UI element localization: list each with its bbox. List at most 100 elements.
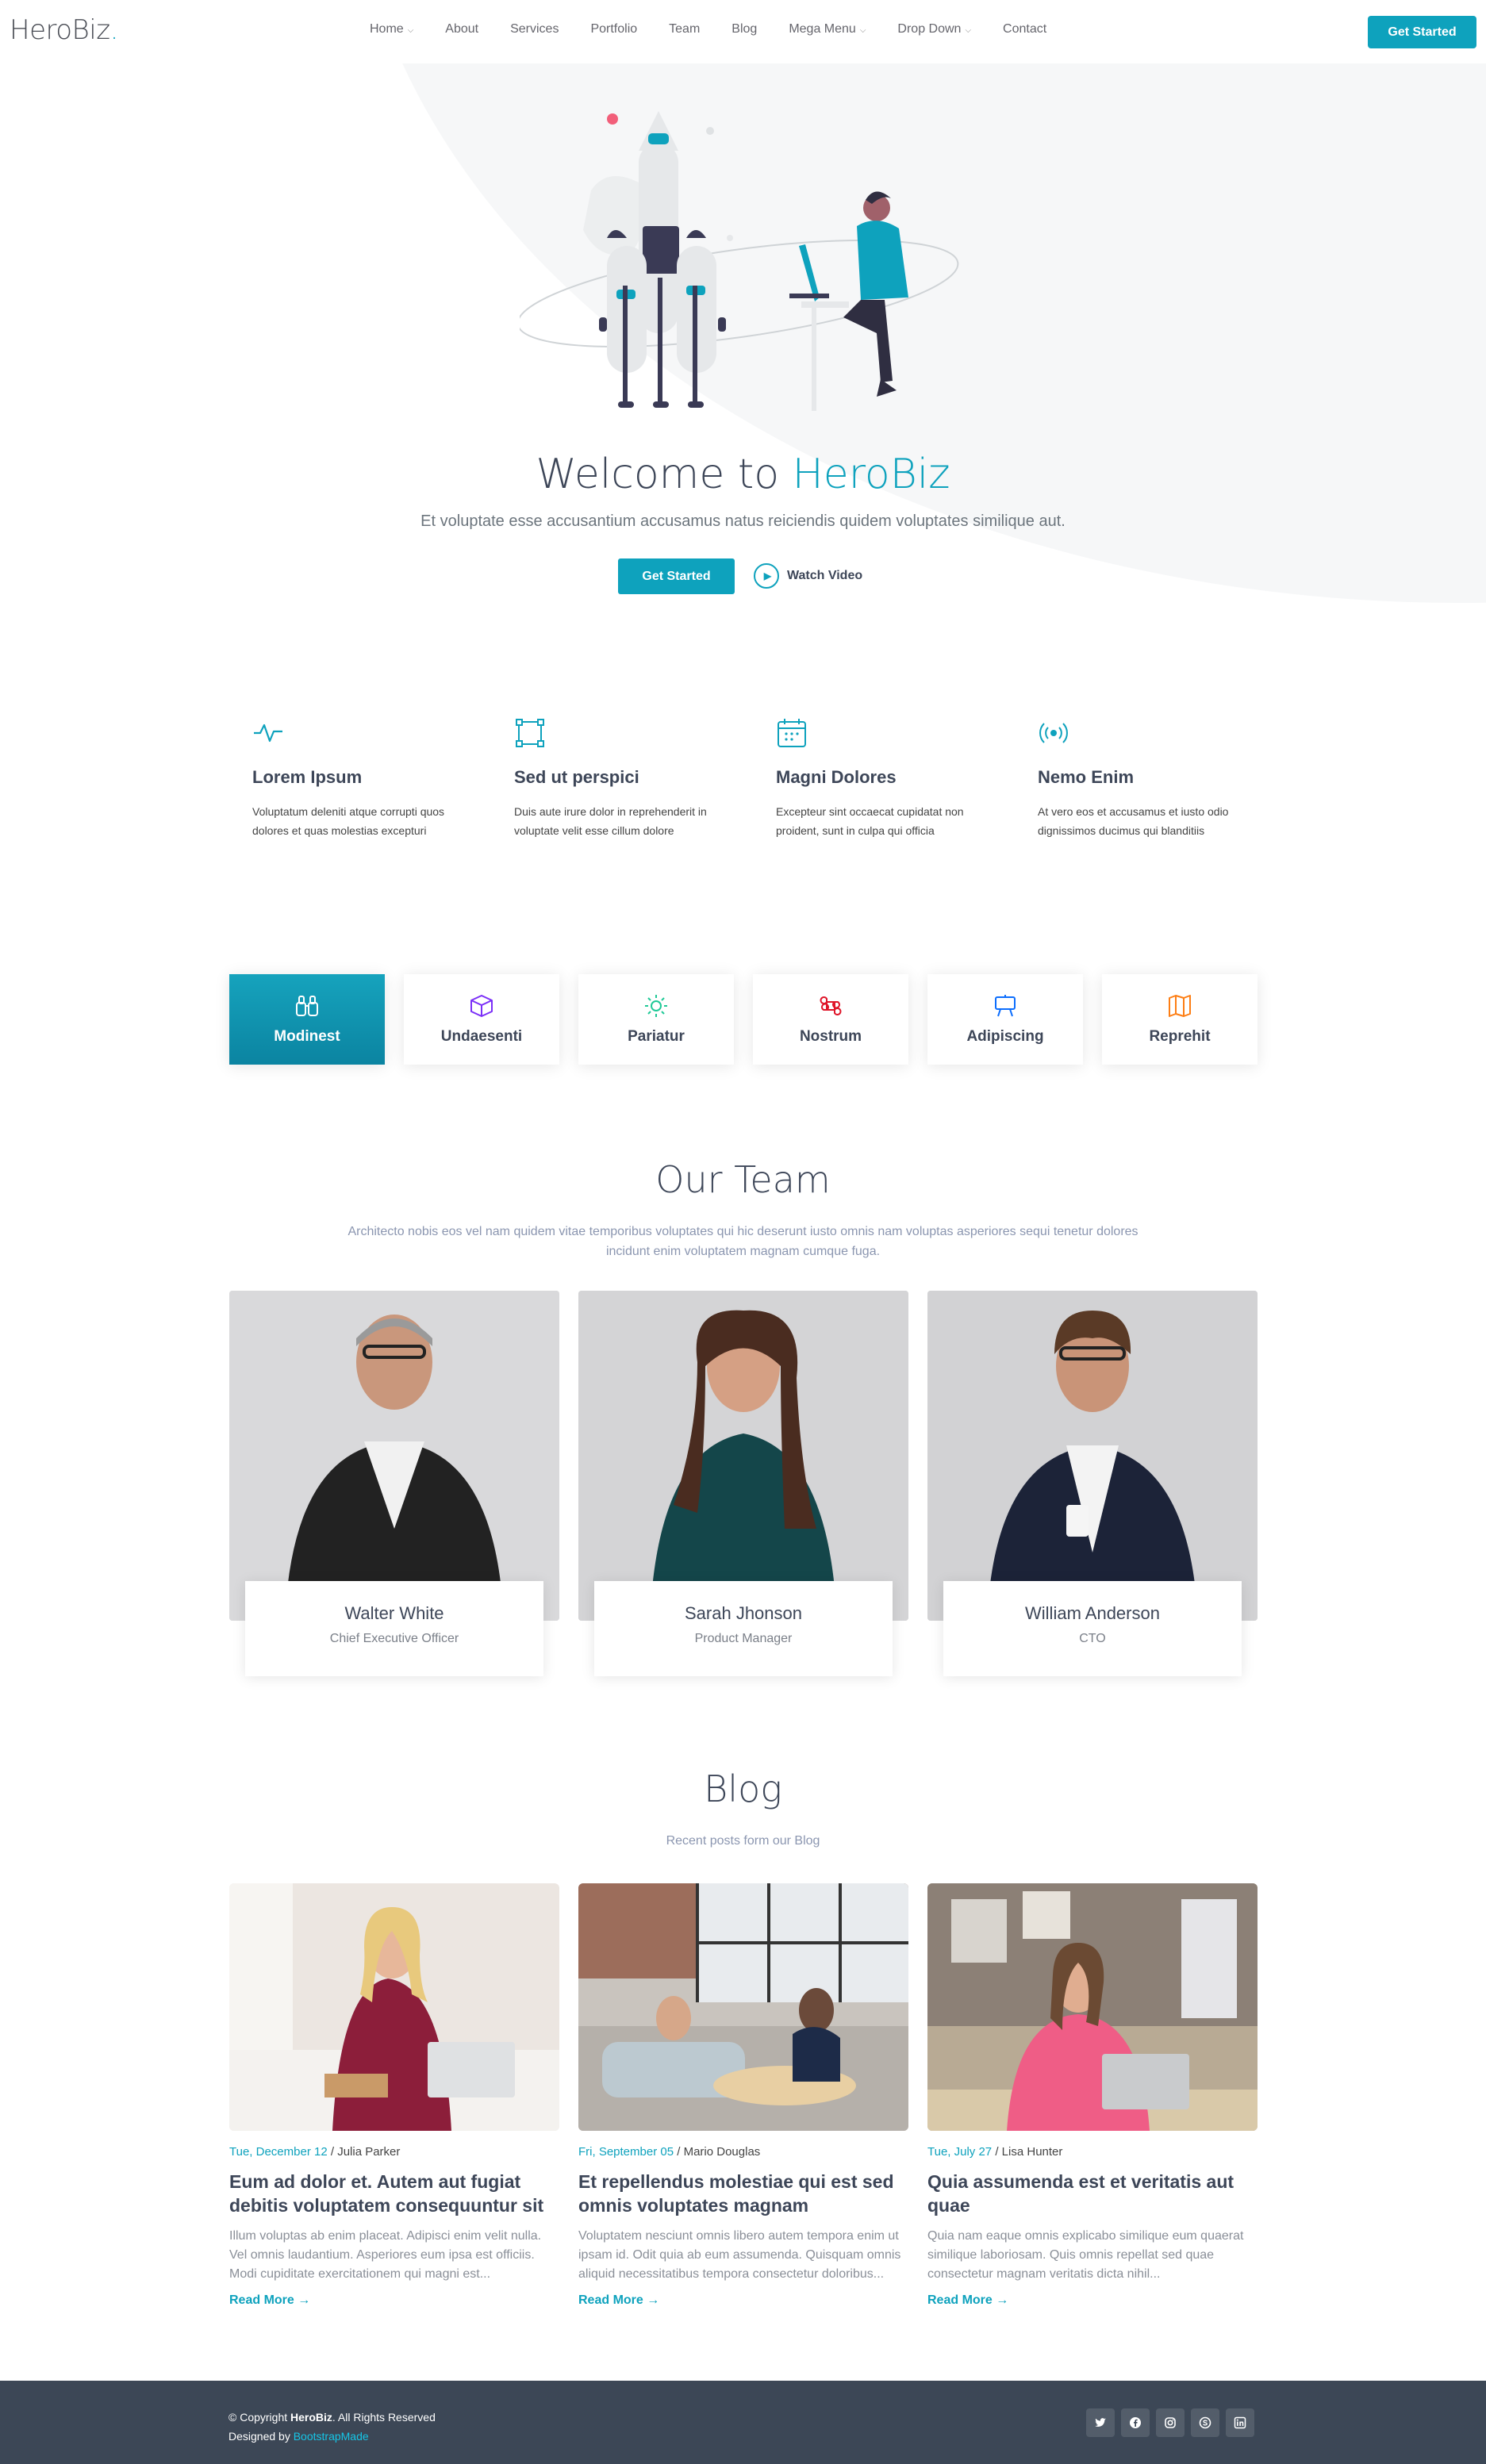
nav-item-services[interactable]: Services bbox=[510, 22, 559, 36]
blog-section-title: Blog bbox=[704, 1767, 782, 1810]
feature-title: Magni Dolores bbox=[776, 767, 897, 787]
team-member-photo bbox=[229, 1291, 559, 1621]
site-logo[interactable]: HeroBiz. bbox=[10, 14, 118, 46]
tab-nostrum[interactable]: Nostrum bbox=[753, 974, 908, 1065]
nav-item-blog[interactable]: Blog bbox=[731, 22, 757, 36]
designer-link[interactable]: BootstrapMade bbox=[294, 2430, 369, 2443]
read-more-link[interactable]: Read More → bbox=[927, 2293, 1258, 2308]
calendar-icon bbox=[778, 719, 806, 747]
feature-text: Duis aute irure dolor in reprehenderit i… bbox=[514, 805, 707, 837]
instagram-icon[interactable] bbox=[1156, 2408, 1185, 2437]
team-member-info: Sarah Jhonson Product Manager bbox=[594, 1581, 893, 1676]
nav-item-drop-down[interactable]: Drop Down ⌵ bbox=[897, 22, 971, 36]
feature-text: At vero eos et accusamus et iusto odio d… bbox=[1038, 805, 1229, 837]
blog-post-author: Julia Parker bbox=[337, 2145, 401, 2159]
arrow-right-icon: → bbox=[996, 2293, 1009, 2307]
blog-post-title[interactable]: Eum ad dolor et. Autem aut fugiat debiti… bbox=[229, 2170, 559, 2217]
tab-label: Reprehit bbox=[1149, 1028, 1211, 1045]
feature-item: Nemo Enim At vero eos et accusamus et iu… bbox=[1038, 717, 1236, 840]
blog-post-meta: Tue, December 12 / Julia Parker bbox=[229, 2145, 401, 2159]
blog-post-image[interactable] bbox=[229, 1883, 559, 2131]
team-member-card: William Anderson CTO bbox=[927, 1291, 1258, 1677]
tab-label: Adipiscing bbox=[966, 1028, 1044, 1045]
main-nav: Home ⌵ About Services Portfolio Team Blog… bbox=[370, 22, 1078, 36]
blog-post-meta: Fri, September 05 / Mario Douglas bbox=[578, 2145, 761, 2159]
tab-label: Undaesenti bbox=[440, 1028, 523, 1045]
blog-post-excerpt: Illum voluptas ab enim placeat. Adipisci… bbox=[229, 2229, 542, 2281]
blog-post-date: Tue, December 12 bbox=[229, 2145, 328, 2159]
twitter-icon[interactable] bbox=[1086, 2408, 1115, 2437]
copyright-text: © Copyright HeroBiz. All Rights Reserved… bbox=[228, 2411, 436, 2443]
site-header: HeroBiz. Home ⌵ About Services Portfolio … bbox=[0, 0, 1486, 63]
nav-item-mega-menu[interactable]: Mega Menu ⌵ bbox=[789, 22, 866, 36]
features-section: Lorem Ipsum Voluptatum deleniti atque co… bbox=[252, 717, 1300, 860]
header-get-started-button[interactable]: Get Started bbox=[1368, 16, 1476, 48]
tab-modinest[interactable]: Modinest bbox=[229, 974, 385, 1065]
nav-item-contact[interactable]: Contact bbox=[1003, 22, 1046, 36]
feature-item: Sed ut perspici Duis aute irure dolor in… bbox=[514, 717, 712, 840]
tab-reprehit[interactable]: Reprehit bbox=[1102, 974, 1258, 1065]
linkedin-icon[interactable] bbox=[1226, 2408, 1254, 2437]
blog-section-subtitle: Recent posts form our Blog bbox=[666, 1834, 820, 1848]
arrow-right-icon: → bbox=[298, 2293, 311, 2307]
team-member-name: William Anderson bbox=[1025, 1603, 1160, 1623]
nav-item-home[interactable]: Home ⌵ bbox=[370, 22, 413, 36]
tab-pariatur[interactable]: Pariatur bbox=[578, 974, 734, 1065]
team-member-info: Walter White Chief Executive Officer bbox=[245, 1581, 543, 1676]
blog-post-excerpt: Quia nam eaque omnis explicabo similique… bbox=[927, 2229, 1244, 2281]
tab-label: Modinest bbox=[274, 1028, 340, 1045]
blog-post: Tue, December 12 / Julia Parker Eum ad d… bbox=[229, 1883, 559, 2308]
play-icon: ▶ bbox=[754, 563, 779, 589]
feature-item: Lorem Ipsum Voluptatum deleniti atque co… bbox=[252, 717, 451, 840]
team-member-role: Chief Executive Officer bbox=[329, 1632, 459, 1645]
blog-post-image[interactable] bbox=[927, 1883, 1258, 2131]
team-member-info: William Anderson CTO bbox=[943, 1581, 1242, 1676]
feature-text: Excepteur sint occaecat cupidatat non pr… bbox=[776, 805, 964, 837]
blog-post-author: Mario Douglas bbox=[683, 2145, 761, 2159]
team-member-card: Sarah Jhonson Product Manager bbox=[578, 1291, 908, 1677]
feature-title: Lorem Ipsum bbox=[252, 767, 363, 787]
bounding-box-icon bbox=[516, 719, 544, 747]
feature-title: Sed ut perspici bbox=[514, 767, 639, 787]
hero-title: Welcome to HeroBiz bbox=[536, 451, 950, 498]
box-icon bbox=[470, 995, 493, 1017]
feature-item: Magni Dolores Excepteur sint occaecat cu… bbox=[776, 717, 974, 840]
team-member-card: Walter White Chief Executive Officer bbox=[229, 1291, 559, 1677]
blog-post-image[interactable] bbox=[578, 1883, 908, 2131]
hero-subtitle: Et voluptate esse accusantium accusamus … bbox=[420, 512, 1066, 530]
command-icon bbox=[820, 996, 842, 1015]
blog-post: Tue, July 27 / Lisa Hunter Quia assumend… bbox=[927, 1883, 1258, 2308]
hero-get-started-button[interactable]: Get Started bbox=[618, 558, 735, 594]
activity-icon bbox=[254, 723, 282, 743]
team-member-name: Sarah Jhonson bbox=[685, 1603, 802, 1623]
tab-label: Nostrum bbox=[799, 1028, 862, 1045]
blog-post-title[interactable]: Et repellendus molestiae qui est sed omn… bbox=[578, 2170, 908, 2217]
chevron-down-icon: ⌵ bbox=[407, 26, 414, 35]
arrow-right-icon: → bbox=[647, 2293, 660, 2307]
broadcast-icon bbox=[1039, 723, 1068, 743]
read-more-link[interactable]: Read More → bbox=[229, 2293, 559, 2308]
easel-icon bbox=[995, 995, 1016, 1017]
blog-post-date: Fri, September 05 bbox=[578, 2145, 674, 2159]
nav-item-team[interactable]: Team bbox=[669, 22, 700, 36]
nav-item-portfolio[interactable]: Portfolio bbox=[590, 22, 637, 36]
watch-video-link[interactable]: ▶ Watch Video bbox=[754, 563, 862, 589]
team-member-photo bbox=[578, 1291, 908, 1621]
team-member-name: Walter White bbox=[344, 1603, 444, 1623]
team-section-title: Our Team bbox=[655, 1158, 831, 1201]
chevron-down-icon: ⌵ bbox=[859, 26, 866, 35]
team-member-photo bbox=[927, 1291, 1258, 1621]
site-footer: © Copyright HeroBiz. All Rights Reserved… bbox=[0, 2381, 1486, 2464]
read-more-link[interactable]: Read More → bbox=[578, 2293, 908, 2308]
facebook-icon[interactable] bbox=[1121, 2408, 1150, 2437]
tab-adipiscing[interactable]: Adipiscing bbox=[927, 974, 1083, 1065]
nav-item-about[interactable]: About bbox=[445, 22, 478, 36]
social-links bbox=[1086, 2408, 1254, 2437]
chevron-down-icon: ⌵ bbox=[965, 26, 972, 35]
skype-icon[interactable] bbox=[1191, 2408, 1219, 2437]
brightness-icon bbox=[645, 995, 667, 1017]
blog-post-author: Lisa Hunter bbox=[1001, 2145, 1063, 2159]
blog-post-title[interactable]: Quia assumenda est et veritatis aut quae bbox=[927, 2170, 1258, 2217]
blog-post: Fri, September 05 / Mario Douglas Et rep… bbox=[578, 1883, 908, 2308]
tab-undaesenti[interactable]: Undaesenti bbox=[404, 974, 559, 1065]
